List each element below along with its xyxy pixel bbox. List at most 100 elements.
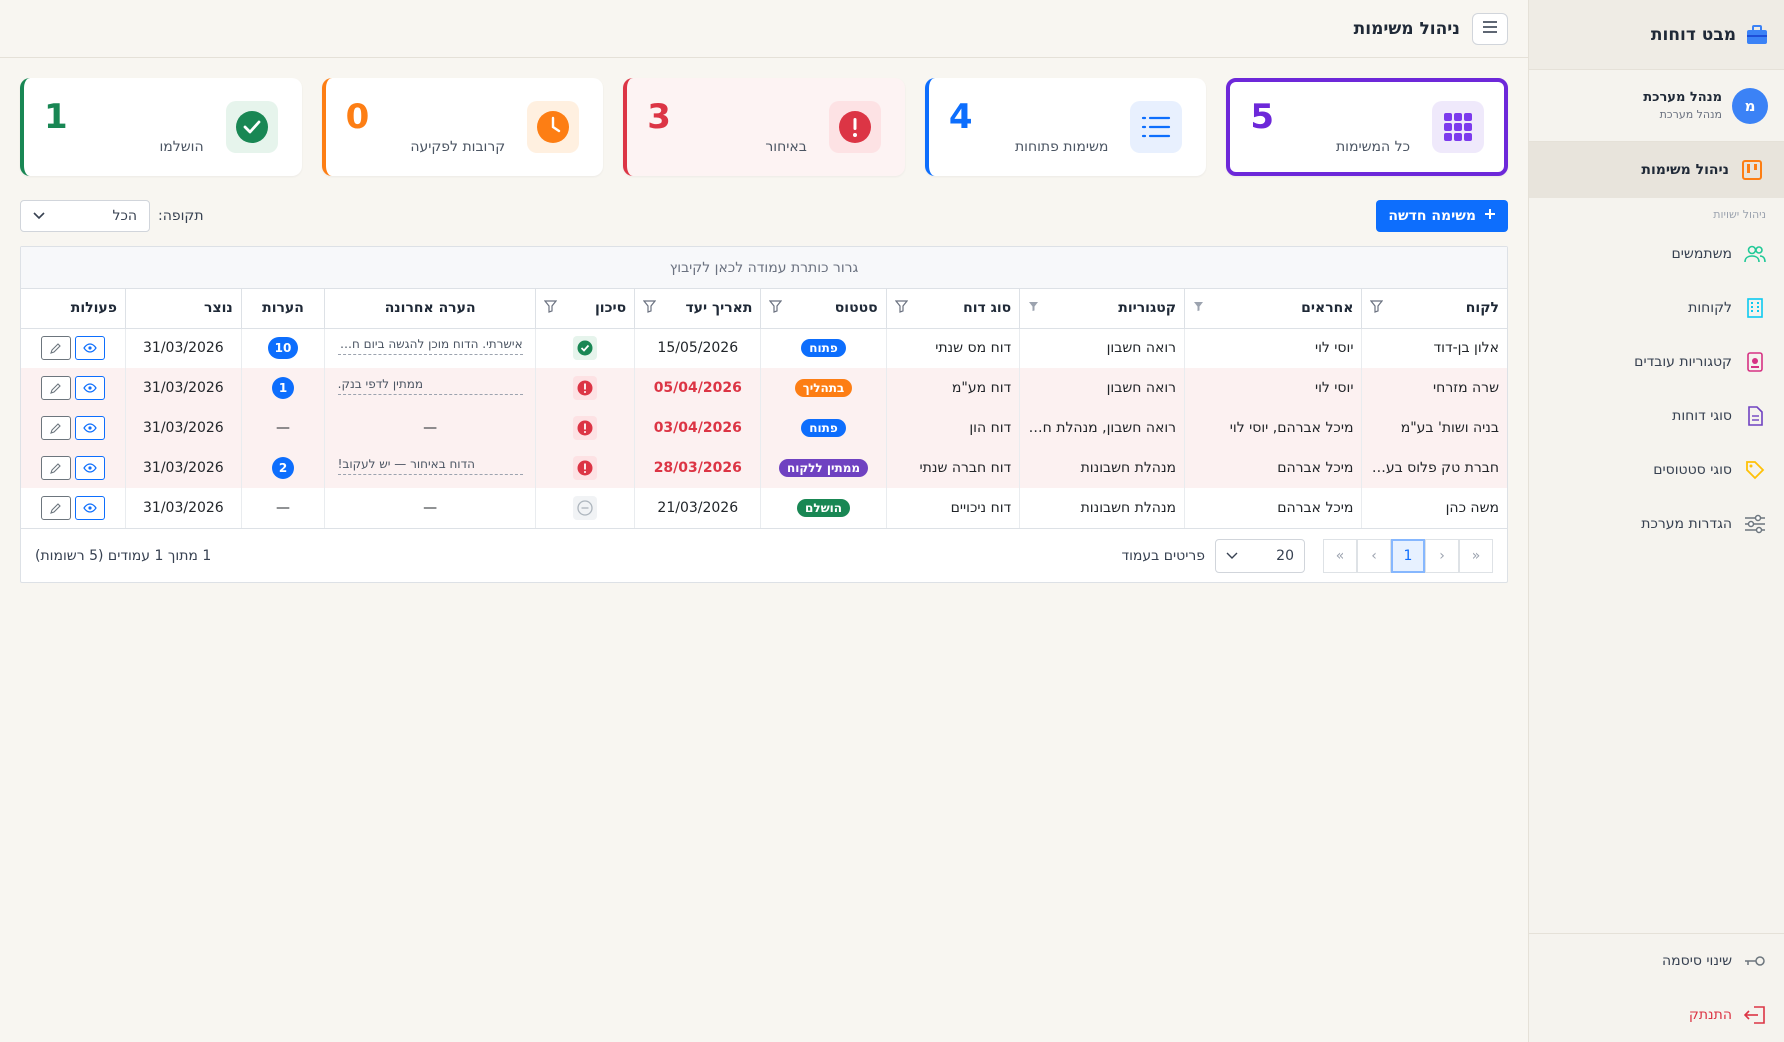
sidebar: מבט דוחות מ מנהל מערכת מנהל מערכת ניהול …	[1528, 0, 1784, 1042]
edit-button[interactable]	[40, 416, 71, 440]
sidebar-item-users[interactable]: משתמשים	[1529, 227, 1784, 281]
view-button[interactable]	[74, 376, 105, 400]
filter-icon[interactable]	[543, 300, 558, 317]
stat-value: 0	[345, 97, 370, 138]
col-owners[interactable]: אחראים	[1184, 289, 1362, 329]
col-comments[interactable]: הערות	[240, 289, 325, 329]
edit-button[interactable]	[40, 376, 71, 400]
first-page-button[interactable]: «	[1459, 538, 1493, 573]
sidebar-item-report-types[interactable]: סוגי דוחות	[1529, 389, 1784, 443]
table-row[interactable]: בניה ושות' בע"מ מיכל אברהם, יוסי לוי רוא…	[21, 408, 1507, 448]
cell-risk	[535, 488, 635, 528]
filter-icon[interactable]	[894, 300, 908, 317]
view-button[interactable]	[74, 336, 105, 361]
eye-icon	[83, 463, 97, 473]
sidebar-item-employee-categories[interactable]: קטגוריות עובדים	[1529, 335, 1784, 389]
cell-categories: רואה חשבון	[1019, 328, 1185, 368]
sidebar-item-status-types[interactable]: סוגי סטטוסים	[1529, 443, 1784, 497]
cell-report-type: דוח חברה שנתי	[885, 448, 1020, 488]
stat-cards: 5 כל המשימות 4 משימות פתוחות 3 באיחור 0 …	[20, 78, 1508, 176]
hamburger-icon	[1482, 20, 1498, 37]
stat-value: 4	[948, 97, 973, 138]
view-button[interactable]	[74, 456, 105, 480]
col-risk[interactable]: סיכון	[535, 289, 635, 329]
filter-icon[interactable]	[642, 300, 657, 317]
filter-icon[interactable]	[1028, 300, 1039, 316]
alert-icon	[828, 101, 881, 153]
stat-label: כל המשימות	[1335, 138, 1410, 155]
table-row[interactable]: חברת טק פלוס בע"מ מיכל אברהם מנהלת חשבונ…	[21, 448, 1507, 488]
change-password-label: שינוי סיסמה	[1661, 953, 1732, 969]
filter-icon[interactable]	[769, 300, 783, 317]
stat-card-expiring[interactable]: 0 קרובות לפקיעה	[321, 78, 604, 176]
col-due-date[interactable]: תאריך יעד	[634, 289, 761, 329]
cell-actions	[21, 448, 126, 488]
group-panel[interactable]: גרור כותרת עמודה לכאן לקיבוץ	[21, 247, 1507, 289]
sidebar-item-clients[interactable]: לקוחות	[1529, 281, 1784, 335]
page-size-control: 20 פריטים בעמוד	[1121, 538, 1305, 573]
filter-icon[interactable]	[1370, 300, 1384, 317]
cell-categories: רואה חשבון, מנהלת חשבונות	[1019, 408, 1185, 448]
page-size-select[interactable]: 20	[1215, 538, 1305, 573]
table-row[interactable]: אלון בן-דוד יוסי לוי רואה חשבון דוח מס ש…	[21, 328, 1507, 368]
cell-due-date: 28/03/2026	[634, 448, 761, 488]
cell-owners: יוסי לוי	[1184, 328, 1362, 368]
last-comment[interactable]: אישרתי. הדוח מוכן להגשה ביום חמישי.	[337, 337, 523, 356]
check-circle-icon	[573, 336, 598, 361]
cell-owners: מיכל אברהם, יוסי לוי	[1184, 408, 1362, 448]
period-select[interactable]: הכל	[20, 200, 150, 232]
menu-toggle-button[interactable]	[1472, 12, 1508, 45]
page-size-value: 20	[1276, 547, 1294, 564]
cell-client: חברת טק פלוס בע"מ	[1361, 448, 1507, 488]
user-role: מנהל מערכת	[1659, 108, 1722, 121]
last-comment[interactable]: הדוח באיחור — יש לעקוב!	[337, 457, 523, 475]
table-row[interactable]: שרה מזרחי יוסי לוי רואה חשבון דוח מע"מ ב…	[21, 368, 1507, 408]
last-page-button[interactable]: »	[1323, 538, 1357, 573]
col-categories[interactable]: קטגוריות	[1019, 289, 1185, 329]
filter-icon[interactable]	[1193, 300, 1204, 316]
edit-button[interactable]	[40, 496, 71, 520]
cell-last-comment: ממתין לדפי בנק.	[324, 368, 536, 408]
prev-page-button[interactable]: ‹	[1425, 538, 1459, 573]
status-badge: פתוח	[801, 339, 846, 358]
view-button[interactable]	[74, 416, 105, 440]
comments-count[interactable]: 2	[271, 457, 295, 479]
col-client[interactable]: לקוח	[1361, 289, 1507, 329]
next-page-button[interactable]: ›	[1357, 538, 1391, 573]
col-created[interactable]: נוצר	[124, 289, 242, 329]
stat-card-open[interactable]: 4 משימות פתוחות	[924, 78, 1207, 176]
stat-card-late[interactable]: 3 באיחור	[623, 78, 905, 176]
table-row[interactable]: משה כהן מיכל אברהם מנהלת חשבונות דוח ניכ…	[21, 488, 1507, 528]
cell-created: 31/03/2026	[124, 408, 242, 448]
badge-icon	[1744, 351, 1766, 373]
cell-report-type: דוח הון	[885, 408, 1020, 448]
page-button[interactable]: 1	[1391, 538, 1425, 573]
cell-status: ממתין ללקוח	[760, 448, 887, 488]
edit-button[interactable]	[40, 336, 71, 361]
cell-actions	[21, 488, 125, 528]
comments-count[interactable]: 10	[267, 337, 299, 360]
edit-button[interactable]	[40, 456, 71, 480]
grid-footer: « ‹ 1 › » 20 פריטים בעמוד 1 מתוך 1 עמודי…	[21, 528, 1507, 582]
sidebar-item-system-settings[interactable]: הגדרות מערכת	[1529, 497, 1784, 551]
status-badge: פתוח	[801, 419, 846, 437]
eye-icon	[83, 503, 97, 513]
comments-count[interactable]: 1	[271, 377, 295, 399]
col-status[interactable]: סטטוס	[760, 289, 887, 329]
document-icon	[1744, 405, 1766, 427]
last-comment[interactable]: ממתין לדפי בנק.	[337, 377, 523, 395]
view-button[interactable]	[74, 496, 105, 520]
alert-icon	[573, 456, 598, 480]
topbar: ניהול משימות	[0, 0, 1528, 58]
sidebar-item-tasks[interactable]: ניהול משימות	[1529, 142, 1784, 198]
cell-risk	[535, 408, 635, 448]
logout-link[interactable]: התנתק	[1529, 988, 1784, 1042]
stat-value: 3	[647, 97, 671, 138]
stat-card-done[interactable]: 1 הושלמו	[20, 78, 302, 176]
stat-card-all[interactable]: 5 כל המשימות	[1226, 78, 1508, 176]
change-password-link[interactable]: שינוי סיסמה	[1529, 934, 1784, 988]
new-task-button[interactable]: משימה חדשה	[1376, 200, 1508, 232]
col-last-comment[interactable]: הערה אחרונה	[324, 289, 536, 329]
building-icon	[1744, 297, 1766, 319]
col-report-type[interactable]: סוג דוח	[885, 289, 1020, 329]
